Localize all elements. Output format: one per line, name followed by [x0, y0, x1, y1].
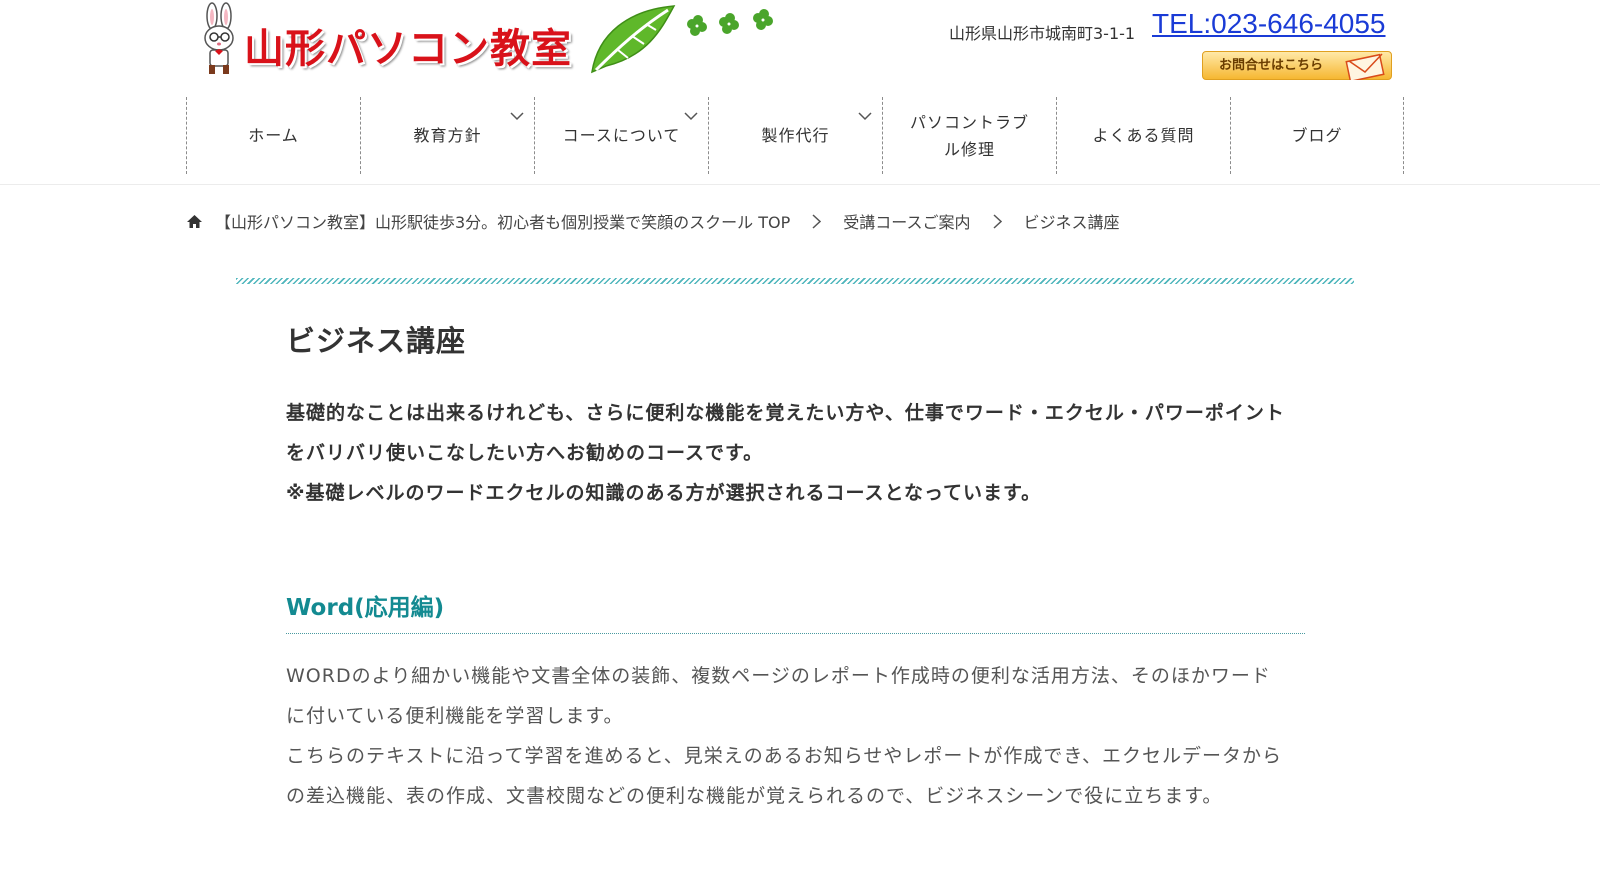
address-text: 山形県山形市城南町3-1-1 — [949, 24, 1136, 43]
nav-item-label: パソコントラブ ル修理 — [910, 109, 1029, 163]
nav-item-label: 製作代行 — [761, 126, 830, 145]
global-nav: ホーム 教育方針 コースについて 製作代行 パソコントラブ ル修理 よくある質問… — [186, 97, 1404, 174]
nav-item-faq[interactable]: よくある質問 — [1056, 97, 1230, 174]
clover-icon — [687, 9, 773, 36]
breadcrumb-courses-link[interactable]: 受講コースご案内 — [843, 209, 970, 233]
envelope-icon — [1345, 53, 1385, 80]
nav-item-label-line1: パソコントラブ — [909, 112, 1029, 132]
nav-item-home[interactable]: ホーム — [186, 97, 360, 174]
nav-item-blog[interactable]: ブログ — [1230, 97, 1404, 174]
page: 山形パソコン教室 山形県山形市城南町3-1-1 TEL:023-646-4055 — [0, 0, 1600, 895]
nav-item-label: よくある質問 — [1092, 126, 1195, 145]
title-divider — [236, 278, 1354, 284]
page-title: ビジネス講座 — [286, 324, 467, 358]
nav-item-courses[interactable]: コースについて — [534, 97, 708, 174]
rabbit-mascot-icon — [204, 2, 234, 74]
section-heading: Word(応用編) — [286, 588, 1305, 634]
home-icon[interactable] — [186, 214, 203, 229]
section-body: WORDのより細かい機能や文書全体の装飾、複数ページのレポート作成時の便利な活用… — [286, 656, 1316, 816]
nav-item-policy[interactable]: 教育方針 — [360, 97, 534, 174]
lead-line: ※基礎レベルのワードエクセルの知識のある方が選択されるコースとなっています。 — [286, 482, 1042, 504]
breadcrumb-current: ビジネス講座 — [1023, 213, 1120, 232]
chevron-down-icon — [684, 112, 698, 121]
nav-item-label: ホーム — [248, 126, 299, 145]
site-header: 山形パソコン教室 山形県山形市城南町3-1-1 TEL:023-646-4055 — [0, 0, 1600, 185]
nav-item-label-line2: ル修理 — [943, 139, 995, 159]
breadcrumb-top-link[interactable]: 【山形パソコン教室】山形駅徒歩3分。初心者も個別授業で笑顔のスクール TOP — [215, 209, 790, 233]
section-body-line: の差込機能、表の作成、文書校閲などの便利な機能が覚えられるので、ビジネスシーンで… — [286, 785, 1223, 807]
nav-item-label: ブログ — [1291, 126, 1343, 145]
section-body-line: こちらのテキストに沿って学習を進めると、見栄えのあるお知らせやレポートが作成でき… — [286, 745, 1283, 767]
nav-item-label: コースについて — [562, 126, 681, 145]
contact-button[interactable]: お問合せはこちら — [1202, 51, 1392, 80]
leaf-icon — [591, 5, 676, 74]
section-body-line: に付いている便利機能を学習します。 — [286, 705, 624, 727]
chevron-down-icon — [510, 112, 524, 121]
nav-item-production[interactable]: 製作代行 — [708, 97, 882, 174]
tel-link[interactable]: TEL:023-646-4055 — [1152, 8, 1386, 40]
nav-item-label: 教育方針 — [413, 126, 482, 145]
contact-button-label: お問合せはこちら — [1219, 58, 1324, 73]
breadcrumb: 【山形パソコン教室】山形駅徒歩3分。初心者も個別授業で笑顔のスクール TOP 受… — [186, 209, 1120, 233]
lead-line: 基礎的なことは出来るけれども、さらに便利な機能を覚えたい方や、仕事でワード・エク… — [286, 402, 1285, 424]
lead-line: をバリバリ使いこなしたい方へお勧めのコースです。 — [286, 442, 764, 464]
lead-text: 基礎的なことは出来るけれども、さらに便利な機能を覚えたい方や、仕事でワード・エク… — [286, 393, 1306, 513]
section-body-line: WORDのより細かい機能や文書全体の装飾、複数ページのレポート作成時の便利な活用… — [286, 665, 1271, 687]
chevron-right-icon — [992, 213, 1002, 229]
logo-text: 山形パソコン教室 — [244, 26, 572, 72]
nav-item-pc-repair[interactable]: パソコントラブ ル修理 — [882, 97, 1056, 174]
chevron-down-icon — [858, 112, 872, 121]
site-logo[interactable]: 山形パソコン教室 — [198, 2, 786, 76]
chevron-right-icon — [812, 213, 822, 229]
